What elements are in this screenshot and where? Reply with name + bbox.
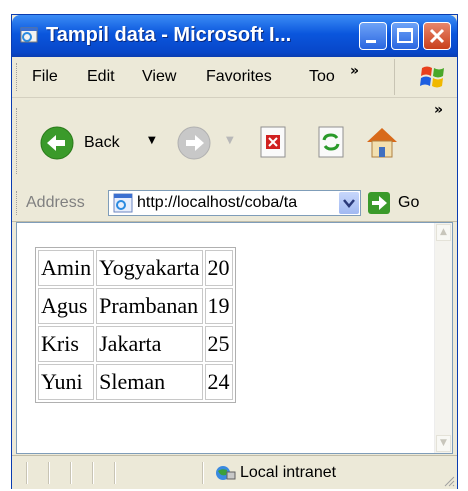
toolbar-overflow[interactable]: » [434,102,443,118]
page-icon [113,193,133,213]
close-button[interactable] [423,22,451,50]
menu-overflow[interactable]: » [350,63,359,79]
city-cell: Yogyakarta [96,250,203,286]
status-divider [48,462,50,484]
menu-divider [394,59,395,95]
age-cell: 19 [204,288,233,324]
status-divider [26,462,28,484]
browser-window: Tampil data - Microsoft I... File Edit V… [11,14,458,489]
page-content: Amin Yogyakarta 20 Agus Prambanan 19 Kris Jakar… [16,222,453,454]
go-label[interactable]: Go [398,194,419,212]
name-cell: Amin [38,250,95,286]
name-cell: Agus [38,288,95,324]
menu-file[interactable]: File [32,68,58,86]
back-arrow-icon [40,126,74,160]
age-cell: 20 [204,250,233,286]
city-cell: Sleman [96,364,203,400]
close-icon [429,28,445,44]
status-bar: Local intranet [12,455,457,489]
title-bar[interactable]: Tampil data - Microsoft I... [12,15,457,57]
menu-favorites[interactable]: Favorites [206,68,272,86]
menu-view[interactable]: View [142,68,176,86]
menu-tools[interactable]: Too [309,68,335,86]
menu-bar: File Edit View Favorites Too » [12,57,457,98]
forward-arrow-icon[interactable] [177,126,211,160]
toolbar-grip[interactable] [16,108,20,174]
window-title: Tampil data - Microsoft I... [46,24,292,46]
name-cell: Yuni [38,364,95,400]
menu-edit[interactable]: Edit [87,68,115,86]
status-divider [70,462,72,484]
home-icon[interactable] [364,124,400,160]
address-input[interactable]: http://localhost/coba/ta [108,190,361,216]
table-row: Kris Jakarta 25 [38,326,233,362]
status-divider [114,462,116,484]
status-divider [202,462,204,484]
address-dropdown-button[interactable] [339,192,359,214]
address-label: Address [26,194,85,211]
data-table: Amin Yogyakarta 20 Agus Prambanan 19 Kris Jakar… [35,247,236,403]
scroll-up-button[interactable]: ▲ [436,224,451,241]
back-dropdown-icon[interactable]: ▼ [148,135,156,146]
address-bar: Address http://localhost/coba/ta Go [12,186,457,222]
ie-window-icon [20,27,38,43]
minimize-button[interactable] [359,22,387,50]
maximize-icon [397,28,413,43]
scroll-down-button[interactable]: ▼ [436,435,451,452]
standard-toolbar: Back ▼ ▼ » [12,98,457,187]
back-label: Back [84,134,120,151]
refresh-icon[interactable] [316,126,346,158]
windows-logo-icon [420,66,444,88]
minimize-icon [366,40,376,43]
forward-dropdown-icon[interactable]: ▼ [226,135,234,146]
intranet-globe-icon [216,466,236,480]
status-zone: Local intranet [240,464,337,481]
address-grip[interactable] [16,191,20,215]
back-button[interactable]: Back ▼ [40,126,166,162]
city-cell: Prambanan [96,288,203,324]
status-divider [92,462,94,484]
table-row: Agus Prambanan 19 [38,288,233,324]
address-url: http://localhost/coba/ta [137,194,298,211]
go-arrow-icon [372,196,387,210]
name-cell: Kris [38,326,95,362]
chevron-down-icon [343,199,355,208]
table-row: Yuni Sleman 24 [38,364,233,400]
go-button[interactable] [368,192,390,214]
age-cell: 24 [204,364,233,400]
vertical-scrollbar[interactable]: ▲ ▼ [434,223,452,453]
age-cell: 25 [204,326,233,362]
menu-grip[interactable] [16,63,20,91]
resize-grip-icon[interactable] [443,475,455,487]
stop-icon[interactable] [258,126,288,158]
maximize-button[interactable] [391,22,419,50]
table-row: Amin Yogyakarta 20 [38,250,233,286]
city-cell: Jakarta [96,326,203,362]
